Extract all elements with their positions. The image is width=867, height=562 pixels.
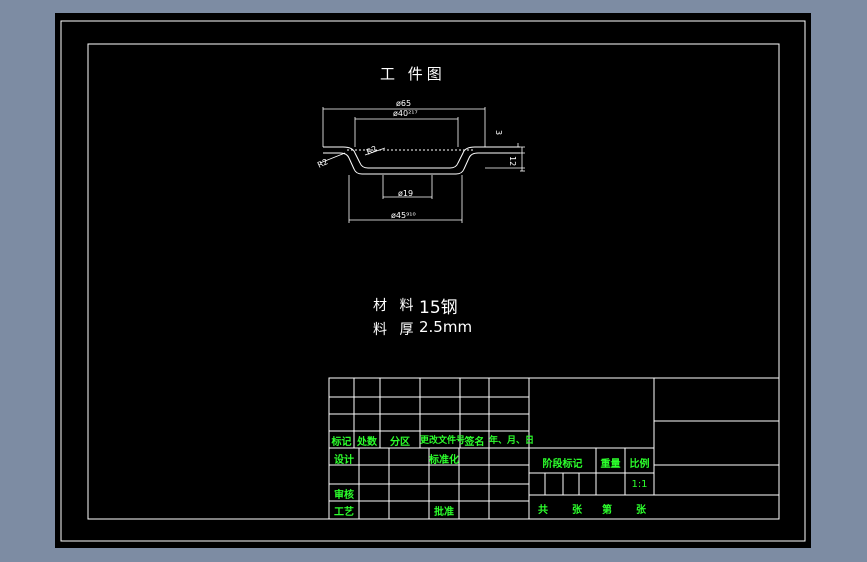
dim-h3: 3 [494,130,503,135]
drawing-sheet: ø65 ø40²¹⁷ ø19 ø45⁹¹⁰ R2 R2 3 12 工 件图 材 … [55,13,811,548]
header-mark: 标记 [331,437,352,448]
header-doc: 更改文件号 [420,436,466,446]
thickness-label: 料 厚 [373,322,418,338]
standardize-label: 标准化 [429,455,459,466]
scale-label: 比例 [629,459,650,470]
header-date: 年、月、日 [489,436,535,446]
dimension-lines [319,107,525,223]
dim-d40: ø40²¹⁷ [393,109,418,118]
process-label: 工艺 [334,507,354,518]
design-label: 设计 [334,455,354,466]
sheets-label-1: 张 [572,505,582,516]
part-title: 工 件图 [380,65,446,83]
header-sign: 签名 [464,437,485,448]
thickness-value: 2.5mm [419,318,473,336]
sheets-label-2: 张 [636,505,646,516]
review-label: 审核 [334,490,354,501]
drawing-canvas: ø65 ø40²¹⁷ ø19 ø45⁹¹⁰ R2 R2 3 12 [60,20,806,542]
weight-label: 重量 [600,459,621,470]
dim-d45: ø45⁹¹⁰ [391,211,416,220]
stage-mark-label: 阶段标记 [542,459,583,470]
dim-h12: 12 [508,156,517,166]
part-profile [323,146,520,175]
material-label: 材 料 [373,298,418,314]
total-label: 共 [538,505,548,516]
dim-r2-left: R2 [316,157,329,170]
approve-label: 批准 [434,507,454,518]
material-value: 15钢 [419,298,458,318]
dim-d19: ø19 [398,189,413,198]
header-zone: 分区 [390,437,410,448]
header-count: 处数 [357,437,377,448]
dim-r2-inner: R2 [365,144,378,157]
scale-value: 1:1 [631,479,648,490]
page-label: 第 [602,505,612,516]
title-block-grid [328,377,780,520]
dim-d65: ø65 [396,99,411,108]
